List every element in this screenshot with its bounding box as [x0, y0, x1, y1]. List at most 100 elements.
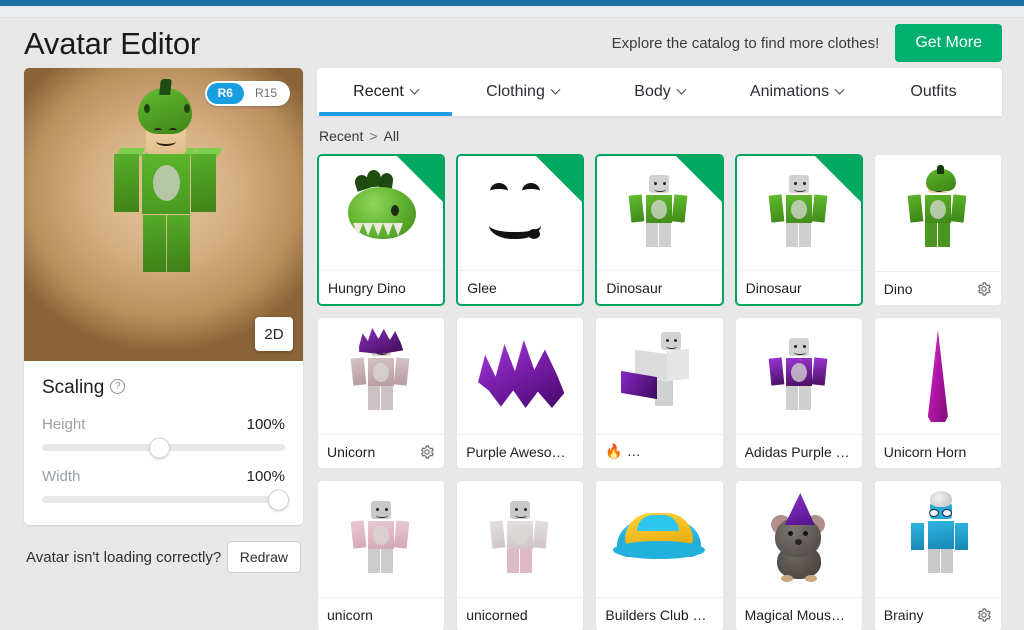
height-slider-thumb[interactable] — [148, 437, 170, 458]
question-mark-circle-icon[interactable]: ? — [110, 379, 126, 395]
thumbnail-art — [468, 330, 572, 422]
item-thumbnail — [318, 481, 445, 597]
item-card[interactable]: unicorned — [456, 480, 585, 630]
tab-recent[interactable]: Recent — [317, 68, 454, 116]
category-tabbar: Recent Clothing Body Animations Outfits — [317, 68, 1002, 116]
redraw-row: Avatar isn't loading correctly? Redraw — [24, 541, 303, 573]
breadcrumb-item-all[interactable]: All — [384, 128, 400, 144]
redraw-button[interactable]: Redraw — [226, 541, 301, 573]
tab-outfits[interactable]: Outfits — [865, 68, 1002, 116]
thumbnail-art — [329, 493, 433, 585]
item-thumbnail — [457, 481, 584, 597]
page-title: Avatar Editor — [24, 25, 201, 61]
chevron-down-icon — [550, 84, 561, 95]
item-label: Dinosaur — [745, 279, 802, 296]
equipped-corner-badge-icon — [814, 156, 861, 202]
item-card[interactable]: Dinosaur — [734, 154, 863, 306]
tab-label: Animations — [749, 83, 830, 100]
avatar-figure — [64, 79, 264, 332]
item-thumbnail — [874, 155, 1001, 271]
item-label-row: Magical Mous… — [735, 597, 862, 630]
item-card[interactable]: Magical Mous… — [734, 480, 863, 630]
item-label: Dino — [883, 280, 913, 297]
redraw-help-text: Avatar isn't loading correctly? — [26, 548, 222, 566]
item-thumbnail — [596, 318, 723, 434]
item-card[interactable]: 🔥 … — [595, 317, 724, 469]
item-grid: Hungry Dino Glee Dinosaur Dinosaur Dino … — [317, 154, 1002, 630]
tab-label: Outfits — [910, 83, 957, 100]
item-label: 🔥 … — [605, 443, 641, 459]
item-label: Purple Aweso… — [466, 443, 566, 460]
item-label-row: unicorned — [457, 597, 584, 630]
gear-icon[interactable] — [976, 281, 992, 297]
item-label: Unicorn Horn — [883, 443, 967, 460]
thumbnail-art — [886, 330, 990, 422]
item-label-row: Hungry Dino — [319, 270, 444, 304]
item-card[interactable]: Hungry Dino — [317, 154, 446, 306]
item-label: Brainy — [883, 606, 924, 623]
thumbnail-art — [886, 165, 990, 259]
tab-label: Body — [634, 83, 671, 100]
item-thumbnail — [735, 481, 862, 597]
thumbnail-art — [607, 330, 711, 422]
equipped-corner-badge-icon — [536, 156, 583, 202]
tab-animations[interactable]: Animations — [728, 68, 865, 116]
item-card[interactable]: Unicorn Horn — [873, 317, 1002, 469]
item-card[interactable]: Brainy — [873, 480, 1002, 630]
item-label-row: Unicorn — [318, 434, 445, 468]
width-slider-thumb[interactable] — [267, 489, 289, 510]
rig-option-r6[interactable]: R6 — [206, 83, 244, 104]
gear-icon[interactable] — [976, 607, 992, 623]
main-content: R6 R15 2D Scaling ? Height 100% Width 10… — [0, 68, 1024, 630]
item-card[interactable]: Glee — [456, 154, 585, 306]
item-card[interactable]: Dinosaur — [595, 154, 724, 306]
item-thumbnail — [596, 481, 723, 597]
avatar-3d-viewport[interactable]: R6 R15 2D — [24, 68, 303, 361]
item-label-row: Builders Club … — [596, 597, 723, 630]
tab-clothing[interactable]: Clothing — [454, 68, 591, 116]
gear-icon[interactable] — [419, 444, 435, 460]
item-card[interactable]: Dino — [873, 154, 1002, 306]
item-label: Glee — [467, 279, 497, 296]
tab-label: Recent — [353, 83, 404, 100]
thumbnail-art — [329, 328, 433, 422]
height-slider-value: 100% — [246, 416, 285, 433]
tab-body[interactable]: Body — [591, 68, 728, 116]
width-slider-track[interactable] — [42, 489, 289, 510]
equipped-corner-badge-icon — [675, 156, 722, 202]
view-mode-2d-button[interactable]: 2D — [255, 317, 293, 351]
item-label-row: Adidas Purple … — [735, 434, 862, 468]
item-card[interactable]: unicorn — [317, 480, 446, 630]
rig-type-toggle[interactable]: R6 R15 — [204, 81, 290, 106]
item-label-row: Dinosaur — [736, 270, 861, 304]
item-label: Adidas Purple … — [744, 443, 850, 460]
item-thumbnail — [874, 481, 1001, 597]
item-label-row: Unicorn Horn — [874, 434, 1001, 468]
item-card[interactable]: Purple Aweso… — [456, 317, 585, 469]
width-slider-value: 100% — [246, 468, 285, 485]
item-thumbnail — [457, 318, 584, 434]
item-label-row: Dinosaur — [597, 270, 722, 304]
rig-option-r15[interactable]: R15 — [244, 83, 288, 104]
breadcrumb-separator: > — [369, 128, 378, 144]
header-actions: Explore the catalog to find more clothes… — [612, 24, 1002, 62]
scaling-card: Scaling? Height 100% Width 100% — [24, 361, 303, 525]
chevron-down-icon — [834, 84, 845, 95]
get-more-button[interactable]: Get More — [895, 24, 1002, 62]
item-label-row: 🔥 … — [596, 434, 723, 468]
catalog-panel: Recent Clothing Body Animations Outfits Rece… — [317, 68, 1002, 630]
item-label-row: Brainy — [874, 597, 1001, 630]
item-label: Builders Club … — [605, 606, 707, 623]
thumbnail-art — [886, 491, 990, 585]
site-navigation-strip — [0, 6, 1024, 18]
item-thumbnail — [874, 318, 1001, 434]
width-slider-label: Width — [42, 468, 81, 485]
item-card[interactable]: Unicorn — [317, 317, 446, 469]
breadcrumb-item-recent[interactable]: Recent — [319, 128, 363, 144]
height-slider-track[interactable] — [42, 437, 285, 458]
avatar-sidebar: R6 R15 2D Scaling ? Height 100% Width 10… — [24, 68, 303, 573]
item-card[interactable]: Builders Club … — [595, 480, 724, 630]
item-label: Unicorn — [327, 443, 376, 460]
item-card[interactable]: Adidas Purple … — [734, 317, 863, 469]
item-label-row: Purple Aweso… — [457, 434, 584, 468]
